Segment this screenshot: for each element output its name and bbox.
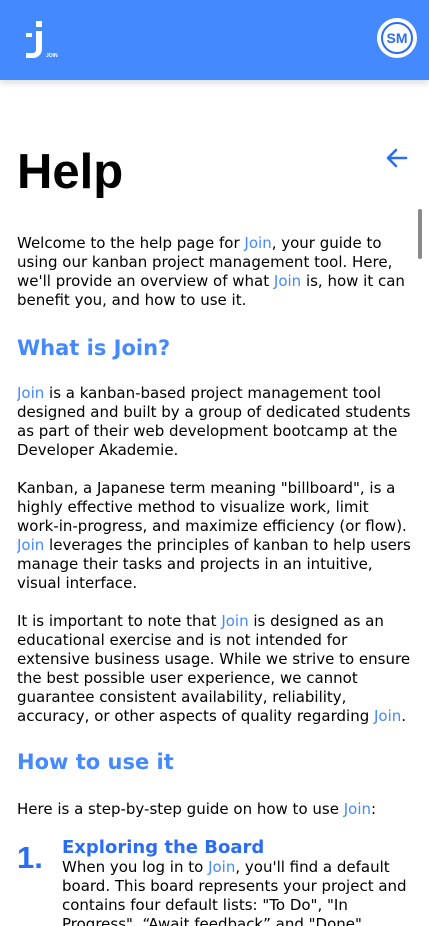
user-initials: SM bbox=[381, 22, 413, 54]
step-number: 1. bbox=[17, 840, 43, 875]
brand-name: Join bbox=[208, 858, 236, 876]
what-paragraph-3: It is important to note that Join is des… bbox=[17, 612, 411, 725]
how-intro: Here is a step-by-step guide on how to u… bbox=[17, 800, 377, 818]
app-header: JOIN SM bbox=[0, 0, 429, 80]
step-item: 1. Exploring the Board When you log in t… bbox=[17, 838, 413, 926]
scrollbar-thumb[interactable] bbox=[418, 209, 422, 259]
what-paragraph-1: Join is a kanban-based project managemen… bbox=[17, 384, 411, 459]
how-to-use-heading: How to use it bbox=[17, 750, 174, 774]
brand-name: Join bbox=[273, 272, 302, 290]
brand-name: Join bbox=[374, 707, 402, 725]
brand-name: Join bbox=[17, 384, 45, 402]
step-title: Exploring the Board bbox=[62, 837, 265, 858]
join-logo-icon[interactable]: JOIN bbox=[22, 18, 62, 62]
brand-name: Join bbox=[343, 800, 371, 818]
svg-text:JOIN: JOIN bbox=[46, 53, 58, 59]
user-avatar[interactable]: SM bbox=[377, 18, 417, 58]
page-title: Help bbox=[17, 145, 124, 199]
brand-name: Join bbox=[17, 536, 45, 554]
what-paragraph-2: Kanban, a Japanese term meaning "billboa… bbox=[17, 479, 411, 592]
brand-name: Join bbox=[244, 234, 272, 252]
step-description: When you log in to Join, you'll find a d… bbox=[62, 858, 407, 926]
arrow-left-icon bbox=[386, 148, 408, 168]
back-button[interactable] bbox=[385, 146, 409, 170]
title-row: Help bbox=[17, 80, 413, 230]
help-content: Help Welcome to the help page for Join, … bbox=[17, 80, 413, 926]
intro-paragraph: Welcome to the help page for Join, your … bbox=[17, 234, 405, 309]
brand-name: Join bbox=[221, 612, 249, 630]
what-is-join-heading: What is Join? bbox=[17, 336, 171, 360]
